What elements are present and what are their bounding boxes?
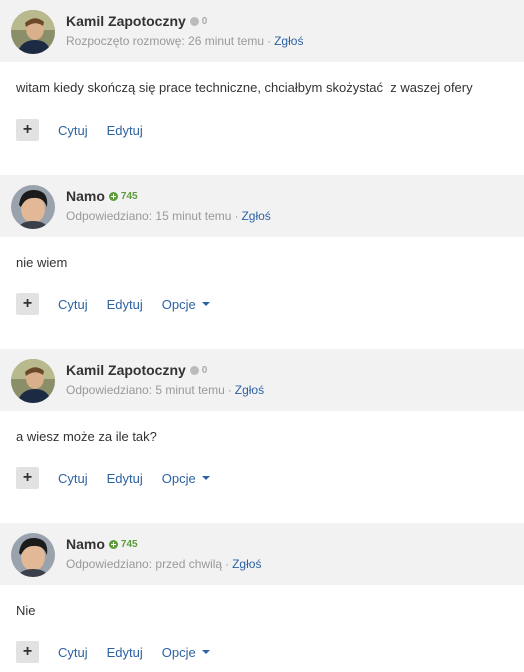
post-header: Namo 745 Odpowiedziano: przed chwilą · Zgł… [0, 523, 524, 585]
post-body: witam kiedy skończą się prace techniczne… [16, 80, 473, 95]
edit-link[interactable]: Edytuj [107, 123, 143, 138]
caret-down-icon [201, 650, 210, 654]
author-name[interactable]: Kamil Zapotoczny [66, 362, 186, 378]
reputation-plus-icon [108, 191, 118, 201]
options-label: Opcje [161, 296, 196, 312]
plus-icon: + [22, 643, 33, 660]
plus-icon: + [22, 121, 33, 138]
reputation-value: 0 [201, 364, 208, 376]
post: Namo 745 Odpowiedziano: 15 minut temu · Zg… [0, 175, 524, 315]
avatar[interactable] [11, 359, 55, 403]
report-link[interactable]: Zgłoś [274, 34, 303, 48]
edit-link[interactable]: Edytuj [107, 471, 143, 486]
post-body: nie wiem [16, 255, 68, 270]
caret-down-icon [201, 302, 210, 306]
avatar[interactable] [11, 10, 55, 54]
options-label: Opcje [161, 644, 196, 660]
plus-icon: + [22, 295, 33, 312]
author-line: Kamil Zapotoczny 0 [66, 12, 207, 30]
post-actions: + Cytuj Edytuj Opcje [16, 467, 210, 489]
plus-button[interactable]: + [16, 119, 39, 141]
reputation-value: 745 [120, 538, 138, 550]
reputation-badge: 0 [189, 15, 208, 27]
post: Namo 745 Odpowiedziano: przed chwilą · Zgł… [0, 523, 524, 663]
post-timestamp: Odpowiedziano: przed chwilą [66, 557, 223, 571]
edit-link[interactable]: Edytuj [107, 645, 143, 660]
post-header: Kamil Zapotoczny 0 Odpowiedziano: 5 minu… [0, 349, 524, 411]
post-meta: Odpowiedziano: przed chwilą · Zgłoś [66, 557, 262, 571]
reputation-value: 745 [120, 190, 138, 202]
reputation-badge: 745 [108, 538, 138, 550]
post-header: Namo 745 Odpowiedziano: 15 minut temu · Zg… [0, 175, 524, 237]
post-meta: Rozpoczęto rozmowę: 26 minut temu · Zgłoś [66, 34, 304, 48]
caret-down-icon [201, 476, 210, 480]
author-line: Namo 745 [66, 187, 138, 205]
plus-button[interactable]: + [16, 293, 39, 315]
post-meta: Odpowiedziano: 5 minut temu · Zgłoś [66, 383, 265, 397]
author-name[interactable]: Kamil Zapotoczny [66, 13, 186, 29]
reputation-neutral-icon [189, 16, 199, 26]
report-link[interactable]: Zgłoś [232, 557, 261, 571]
report-link[interactable]: Zgłoś [235, 383, 264, 397]
post-body: a wiesz może za ile tak? [16, 429, 157, 444]
post-timestamp: Odpowiedziano: 5 minut temu [66, 383, 225, 397]
post-timestamp: Rozpoczęto rozmowę: 26 minut temu [66, 34, 265, 48]
quote-link[interactable]: Cytuj [58, 123, 88, 138]
post-body: Nie [16, 603, 36, 618]
quote-link[interactable]: Cytuj [58, 297, 88, 312]
options-dropdown[interactable]: Opcje [162, 471, 210, 486]
quote-link[interactable]: Cytuj [58, 645, 88, 660]
plus-button[interactable]: + [16, 641, 39, 663]
options-dropdown[interactable]: Opcje [162, 645, 210, 660]
author-line: Kamil Zapotoczny 0 [66, 361, 207, 379]
plus-button[interactable]: + [16, 467, 39, 489]
post-header: Kamil Zapotoczny 0 Rozpoczęto rozmowę: 2… [0, 0, 524, 62]
post-actions: + Cytuj Edytuj [16, 119, 143, 141]
reputation-badge: 0 [189, 364, 208, 376]
avatar[interactable] [11, 185, 55, 229]
options-label: Opcje [161, 470, 196, 486]
reputation-neutral-icon [189, 365, 199, 375]
post-meta: Odpowiedziano: 15 minut temu · Zgłoś [66, 209, 271, 223]
post-actions: + Cytuj Edytuj Opcje [16, 641, 210, 663]
post-actions: + Cytuj Edytuj Opcje [16, 293, 210, 315]
plus-icon: + [22, 469, 33, 486]
edit-link[interactable]: Edytuj [107, 297, 143, 312]
options-dropdown[interactable]: Opcje [162, 297, 210, 312]
report-link[interactable]: Zgłoś [241, 209, 270, 223]
author-name[interactable]: Namo [66, 188, 105, 204]
author-name[interactable]: Namo [66, 536, 105, 552]
post: Kamil Zapotoczny 0 Rozpoczęto rozmowę: 2… [0, 0, 524, 141]
avatar[interactable] [11, 533, 55, 577]
reputation-badge: 745 [108, 190, 138, 202]
reputation-value: 0 [201, 15, 208, 27]
quote-link[interactable]: Cytuj [58, 471, 88, 486]
post: Kamil Zapotoczny 0 Odpowiedziano: 5 minu… [0, 349, 524, 489]
author-line: Namo 745 [66, 535, 138, 553]
reputation-plus-icon [108, 539, 118, 549]
post-timestamp: Odpowiedziano: 15 minut temu [66, 209, 232, 223]
